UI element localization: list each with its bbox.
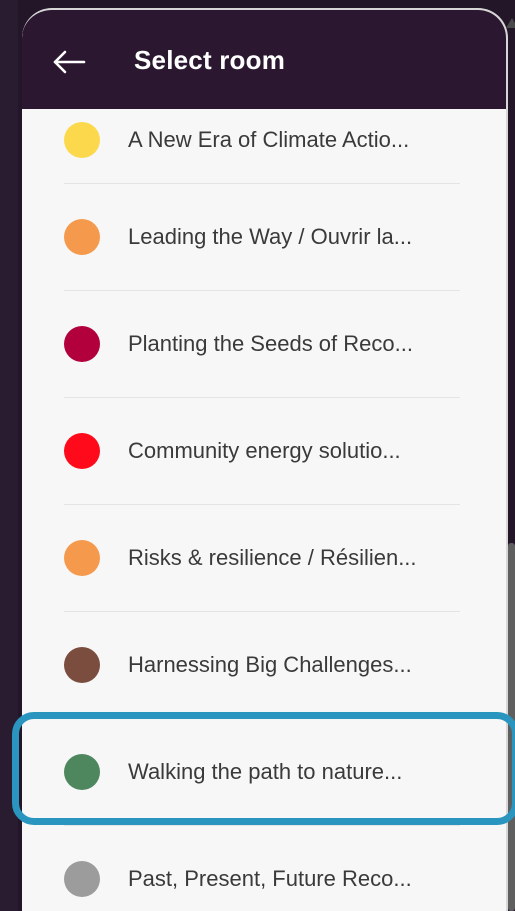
room-name: A New Era of Climate Actio...: [128, 127, 410, 152]
room-name: Leading the Way / Ouvrir la...: [128, 224, 413, 249]
page-title: Select room: [134, 45, 286, 75]
room-name: Past, Present, Future Reco...: [128, 866, 412, 891]
room-color-dot: [64, 540, 100, 576]
room-color-dot: [64, 647, 100, 683]
select-room-panel: Select room A New Era of Climate Actio..…: [22, 8, 508, 911]
room-item-5[interactable]: Harnessing Big Challenges...: [22, 612, 502, 719]
room-item-0[interactable]: A New Era of Climate Actio...: [22, 109, 502, 184]
room-item-1[interactable]: Leading the Way / Ouvrir la...: [22, 184, 502, 291]
room-color-dot: [64, 122, 100, 158]
room-item-3[interactable]: Community energy solutio...: [22, 398, 502, 505]
room-color-dot: [64, 326, 100, 362]
room-name: Planting the Seeds of Reco...: [128, 331, 413, 356]
room-color-dot: [64, 754, 100, 790]
room-item-6[interactable]: Walking the path to nature...: [22, 719, 502, 826]
back-button[interactable]: [48, 44, 90, 80]
room-item-4[interactable]: Risks & resilience / Résilien...: [22, 505, 502, 612]
room-color-dot: [64, 433, 100, 469]
room-list: A New Era of Climate Actio... Leading th…: [22, 109, 502, 911]
scrollbar-thumb[interactable]: [508, 543, 515, 911]
room-color-dot: [64, 219, 100, 255]
room-item-2[interactable]: Planting the Seeds of Reco...: [22, 291, 502, 398]
room-name: Risks & resilience / Résilien...: [128, 545, 417, 570]
room-color-dot: [64, 861, 100, 897]
panel-header: Select room: [22, 10, 506, 109]
room-name: Community energy solutio...: [128, 438, 401, 463]
room-name: Harnessing Big Challenges...: [128, 652, 412, 677]
arrow-left-icon: [51, 50, 87, 74]
room-item-7[interactable]: Past, Present, Future Reco...: [22, 826, 502, 911]
background-strip: [0, 0, 18, 911]
scroll-up-arrow-icon[interactable]: [506, 18, 515, 28]
room-name: Walking the path to nature...: [128, 759, 403, 784]
app-screen: Select room A New Era of Climate Actio..…: [0, 0, 515, 911]
